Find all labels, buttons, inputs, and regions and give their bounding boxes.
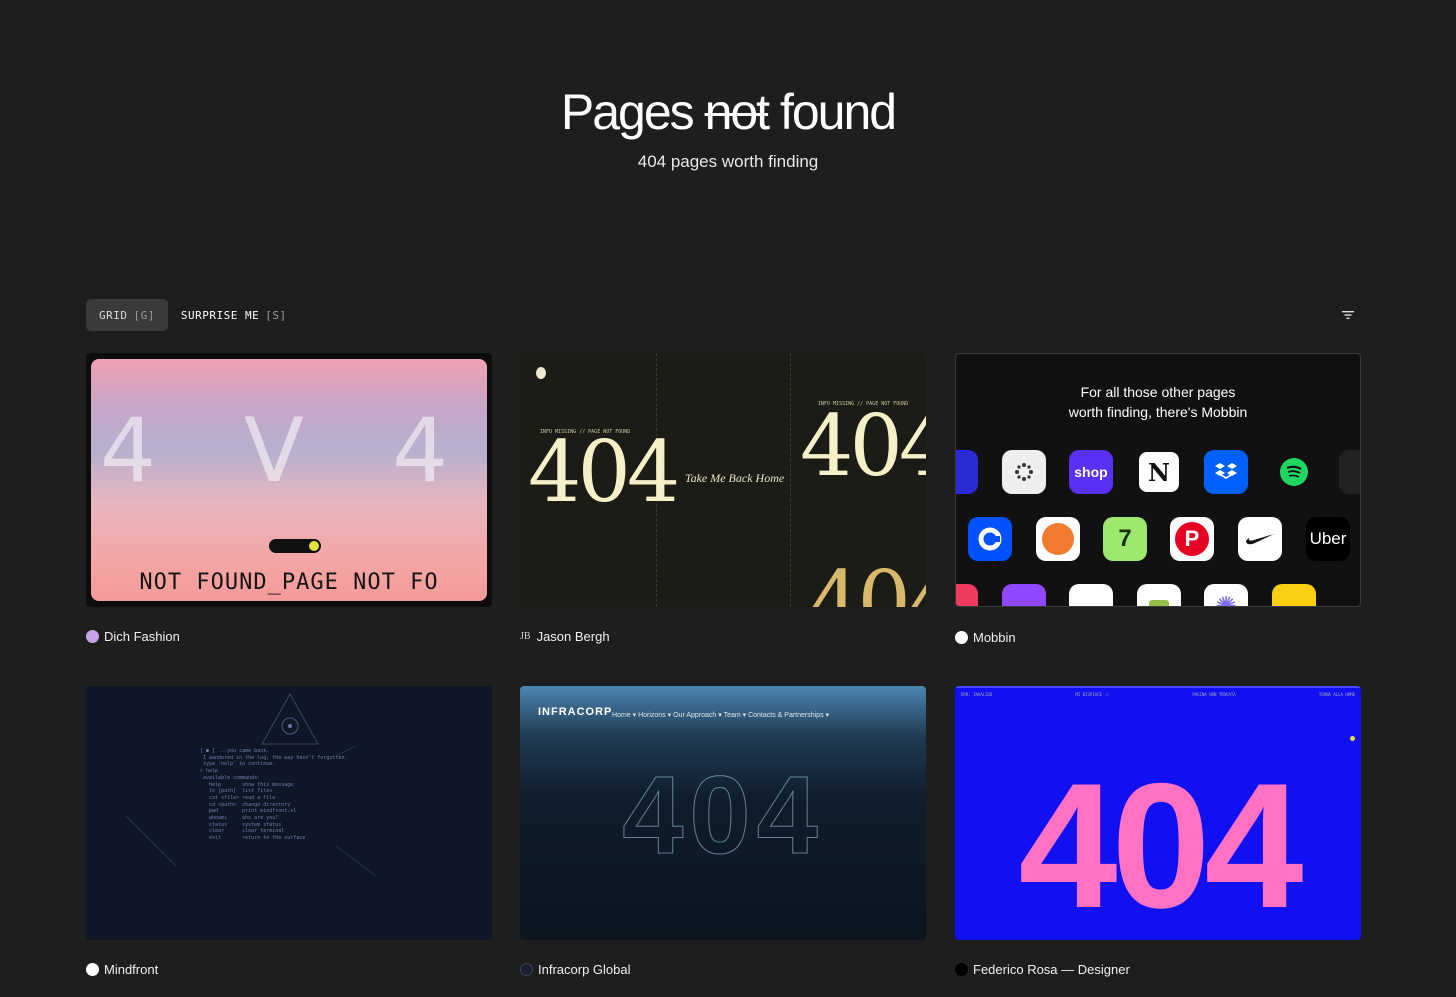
notion-app-icon: N bbox=[1137, 450, 1181, 494]
card-infracorp-global[interactable]: INFRACORP Home ▾ Horizons ▾ Our Approach… bbox=[520, 686, 926, 977]
card-dich-fashion[interactable]: 4 V 4 NOT FOUND_PAGE NOT FO Dich Fashion bbox=[86, 353, 492, 644]
filter-icon[interactable] bbox=[1336, 303, 1360, 327]
card-thumbnail[interactable]: INFO MISSING // PAGE NOT FOUND 404 Take … bbox=[520, 353, 926, 607]
shop-app-icon: shop bbox=[1069, 450, 1113, 494]
card-thumbnail[interactable]: ERR: INVALIDO MI DISPIACE :( PAGINA NON … bbox=[955, 686, 1361, 940]
spotify-app-icon bbox=[1272, 450, 1316, 494]
hero: Pages not found 404 pages worth finding bbox=[0, 82, 1456, 172]
thumb-button bbox=[269, 539, 321, 553]
card-title[interactable]: Jason Bergh bbox=[537, 629, 610, 644]
card-title[interactable]: Mindfront bbox=[104, 962, 158, 977]
flame-icon bbox=[536, 367, 546, 379]
surprise-me-button[interactable]: SURPRISE ME [S] bbox=[168, 299, 300, 331]
orange-app-icon bbox=[1036, 517, 1080, 561]
nike-app-icon bbox=[1238, 517, 1282, 561]
card-title[interactable]: Dich Fashion bbox=[104, 629, 180, 644]
coinbase-app-icon bbox=[968, 517, 1012, 561]
infracorp-logo-icon bbox=[520, 963, 533, 976]
card-title[interactable]: Federico Rosa — Designer bbox=[973, 962, 1130, 977]
openai-app-icon bbox=[1069, 584, 1113, 606]
title-strike-word: not bbox=[704, 84, 771, 140]
uber-app-icon: Uber bbox=[1306, 517, 1350, 561]
mailchimp-app-icon bbox=[1272, 584, 1316, 606]
yellow-dot bbox=[1350, 736, 1355, 741]
app-icon-row3-7 bbox=[1339, 584, 1360, 606]
card-federico-rosa[interactable]: ERR: INVALIDO MI DISPIACE :( PAGINA NON … bbox=[955, 686, 1361, 977]
card-thumbnail[interactable]: For all those other pages worth finding,… bbox=[955, 353, 1361, 607]
dropbox-app-icon bbox=[1204, 450, 1248, 494]
card-jason-bergh[interactable]: INFO MISSING // PAGE NOT FOUND 404 Take … bbox=[520, 353, 926, 644]
grid-view-button[interactable]: GRID [G] bbox=[86, 299, 168, 331]
pinterest-app-icon: P bbox=[1170, 517, 1214, 561]
card-thumbnail[interactable]: [ ● ] ...you came back. I wandered in th… bbox=[86, 686, 492, 940]
jason-bergh-logo-icon: JB bbox=[520, 631, 531, 642]
federico-rosa-logo-icon bbox=[955, 963, 968, 976]
app-icon-row3-1 bbox=[956, 584, 978, 606]
mindfront-logo-icon bbox=[86, 963, 99, 976]
page-title: Pages not found bbox=[560, 84, 897, 140]
view-toolbar: GRID [G] SURPRISE ME [S] bbox=[86, 299, 1362, 331]
claude-app-icon: ✺ bbox=[1204, 584, 1248, 606]
card-title[interactable]: Infracorp Global bbox=[538, 962, 631, 977]
twitch-app-icon bbox=[1002, 584, 1046, 606]
card-mindfront[interactable]: [ ● ] ...you came back. I wandered in th… bbox=[86, 686, 492, 977]
card-thumbnail[interactable]: INFRACORP Home ▾ Horizons ▾ Our Approach… bbox=[520, 686, 926, 940]
wise-app-icon: 7 bbox=[1103, 517, 1147, 561]
card-mobbin[interactable]: For all those other pages worth finding,… bbox=[955, 353, 1361, 645]
dots-app-icon bbox=[1002, 450, 1046, 494]
card-title[interactable]: Mobbin bbox=[973, 630, 1016, 645]
app-icon-1 bbox=[956, 450, 978, 494]
apple-app-icon bbox=[1339, 450, 1360, 494]
mobbin-logo-icon bbox=[955, 631, 968, 644]
dich-fashion-logo-icon bbox=[86, 630, 99, 643]
page-subtitle: 404 pages worth finding bbox=[637, 152, 819, 171]
card-thumbnail[interactable]: 4 V 4 NOT FOUND_PAGE NOT FO bbox=[86, 353, 492, 607]
shopify-app-icon bbox=[1137, 584, 1181, 606]
